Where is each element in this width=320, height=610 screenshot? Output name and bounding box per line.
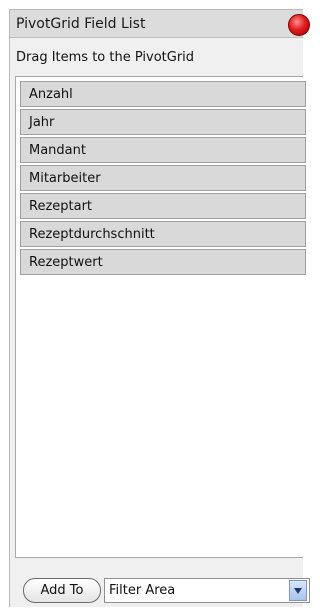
field-item-anzahl[interactable]: Anzahl — [20, 81, 306, 107]
field-item-mandant[interactable]: Mandant — [20, 137, 306, 163]
field-item-label: Mitarbeiter — [29, 171, 101, 186]
chevron-down-icon — [294, 588, 302, 594]
field-item-label: Jahr — [29, 115, 55, 130]
field-item-label: Anzahl — [29, 87, 73, 102]
field-item-rezeptart[interactable]: Rezeptart — [20, 193, 306, 219]
field-list: Anzahl Jahr Mandant Mitarbeiter Rezeptar… — [15, 76, 306, 558]
dropdown-button[interactable] — [289, 580, 307, 601]
field-item-jahr[interactable]: Jahr — [20, 109, 306, 135]
area-select-value: Filter Area — [109, 583, 176, 598]
field-item-label: Rezeptwert — [29, 255, 103, 270]
area-select[interactable]: Filter Area — [104, 578, 310, 603]
field-item-rezeptwert[interactable]: Rezeptwert — [20, 249, 306, 275]
pivotgrid-field-list-panel: PivotGrid Field List Drag Items to the P… — [9, 9, 310, 607]
field-item-rezeptdurchschnitt[interactable]: Rezeptdurchschnitt — [20, 221, 306, 247]
window-title: PivotGrid Field List — [16, 16, 146, 32]
close-icon[interactable] — [288, 14, 310, 36]
add-to-button[interactable]: Add To — [23, 578, 101, 603]
field-item-label: Rezeptdurchschnitt — [29, 227, 155, 242]
drag-instruction: Drag Items to the PivotGrid — [16, 50, 195, 65]
field-item-mitarbeiter[interactable]: Mitarbeiter — [20, 165, 306, 191]
field-item-label: Rezeptart — [29, 199, 93, 214]
title-bar[interactable]: PivotGrid Field List — [10, 10, 310, 38]
field-item-label: Mandant — [29, 143, 86, 158]
